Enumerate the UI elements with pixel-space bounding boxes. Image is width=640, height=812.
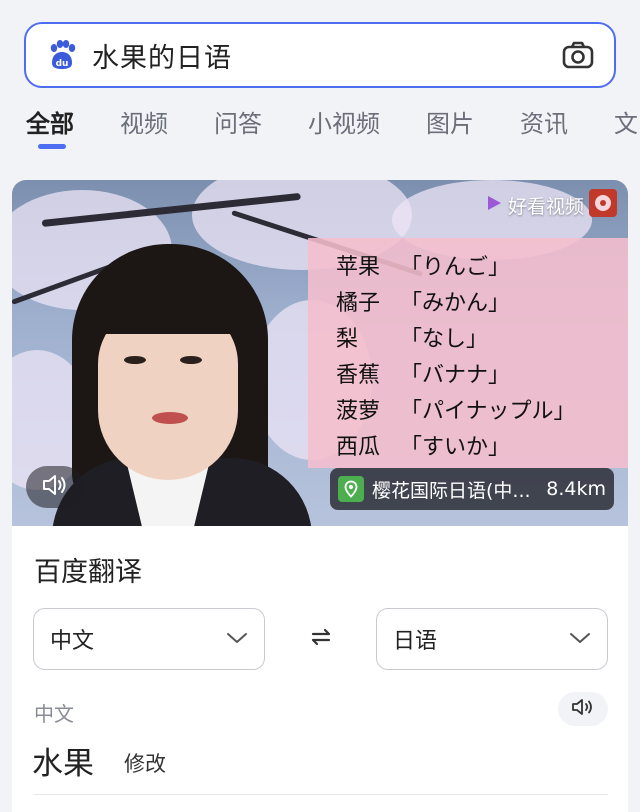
tab-images[interactable]: 图片 <box>426 104 474 139</box>
pronounce-button[interactable] <box>558 692 608 726</box>
source-language-label: 中文 <box>34 702 74 726</box>
source-text: 水果 <box>32 746 94 782</box>
location-name: 樱花国际日语(中... <box>372 479 531 502</box>
translate-title: 百度翻译 <box>34 557 142 588</box>
tab-all[interactable]: 全部 <box>26 104 74 139</box>
word-row: 菠萝 「パイナップル」 <box>336 394 576 430</box>
search-input[interactable]: 水果的日语 <box>92 36 560 75</box>
video-player[interactable]: 苹果 「りんご」 橘子 「みかん」 梨 「なし」 香蕉 「バナナ」 菠萝 「パイナップル」… <box>12 180 628 526</box>
speaker-icon <box>571 697 595 721</box>
word-row: 梨 「なし」 <box>336 322 576 358</box>
presenter-eye <box>180 356 202 364</box>
divider <box>34 794 608 795</box>
word-japanese: 「なし」 <box>400 327 489 352</box>
chevron-down-icon <box>226 630 248 649</box>
source-language-select[interactable]: 中文 <box>33 608 265 670</box>
word-row: 香蕉 「バナナ」 <box>336 358 576 394</box>
camera-icon[interactable] <box>560 37 596 73</box>
word-row: 橘子 「みかん」 <box>336 286 576 322</box>
location-distance: 8.4km <box>546 478 606 500</box>
tab-news[interactable]: 资讯 <box>520 104 568 139</box>
mute-button[interactable] <box>26 466 84 508</box>
word-chinese: 苹果 <box>336 255 381 280</box>
word-row: 苹果 「りんご」 <box>336 250 576 286</box>
word-chinese: 西瓜 <box>336 435 381 460</box>
location-badge[interactable]: 樱花国际日语(中... 8.4km <box>330 468 614 510</box>
presenter-eye <box>124 356 146 364</box>
translate-card: 百度翻译 中文 日语 中文 水果 修改 <box>12 526 628 812</box>
edit-link[interactable]: 修改 <box>124 748 166 778</box>
word-chinese: 梨 <box>336 327 359 352</box>
search-tabs: 全部 视频 问答 小视频 图片 资讯 文 <box>26 104 640 152</box>
haokan-watermark: 好看视频 <box>484 188 618 222</box>
word-row: 西瓜 「すいか」 <box>336 430 576 466</box>
tab-short-video[interactable]: 小视频 <box>308 104 380 139</box>
svg-text:du: du <box>56 59 69 69</box>
tab-video[interactable]: 视频 <box>120 104 168 139</box>
target-language-value: 日语 <box>393 629 438 654</box>
tab-more[interactable]: 文 <box>614 104 638 139</box>
swap-languages-icon[interactable] <box>308 624 334 650</box>
word-chinese: 香蕉 <box>336 363 381 388</box>
location-pin-icon <box>338 476 364 502</box>
word-chinese: 菠萝 <box>336 399 381 424</box>
search-bar[interactable]: du 水果的日语 <box>24 22 616 88</box>
word-chinese: 橘子 <box>336 291 381 316</box>
baidu-paw-icon: du <box>46 39 78 71</box>
watermark-text: 好看视频 <box>507 195 584 218</box>
word-japanese: 「みかん」 <box>400 291 511 316</box>
tab-qa[interactable]: 问答 <box>214 104 262 139</box>
word-japanese: 「りんご」 <box>400 255 511 280</box>
word-japanese: 「パイナップル」 <box>400 399 576 424</box>
active-tab-indicator <box>38 144 66 149</box>
speaker-icon <box>41 473 69 501</box>
source-language-value: 中文 <box>50 629 95 654</box>
channel-badge-icon <box>588 188 618 222</box>
chevron-down-icon <box>569 630 591 649</box>
word-japanese: 「すいか」 <box>400 435 511 460</box>
play-triangle-icon <box>484 193 504 217</box>
word-japanese: 「バナナ」 <box>400 363 511 388</box>
target-language-select[interactable]: 日语 <box>376 608 608 670</box>
word-list: 苹果 「りんご」 橘子 「みかん」 梨 「なし」 香蕉 「バナナ」 菠萝 「パイナップル」… <box>336 250 576 466</box>
presenter-mouth <box>152 412 188 424</box>
